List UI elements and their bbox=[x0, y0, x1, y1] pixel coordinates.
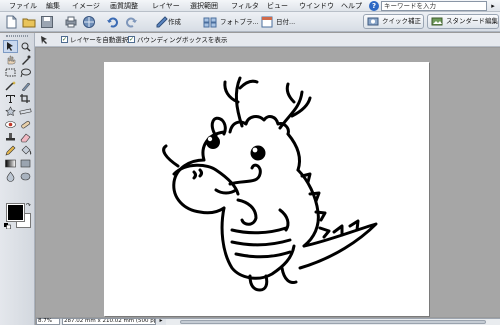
create-icon[interactable] bbox=[155, 15, 169, 29]
new-file-icon[interactable] bbox=[4, 15, 18, 29]
horizontal-scrollbar-thumb[interactable] bbox=[180, 320, 486, 324]
marquee-tool-icon bbox=[5, 68, 16, 77]
red-eye-tool[interactable] bbox=[4, 119, 17, 130]
tool-options-bar: ✓ レイヤーを自動選択 ✓ バウンディングボックスを表示 bbox=[0, 33, 500, 47]
menu-view[interactable]: ビュー bbox=[267, 2, 288, 10]
blur-tool[interactable] bbox=[4, 171, 17, 182]
show-bounding-box-label: バウンディングボックスを表示 bbox=[137, 36, 228, 44]
selection-brush-tool[interactable] bbox=[19, 80, 32, 91]
shortcuts-bar: 作成 フォトブラ... 日付... クイック補正 スタンダード編集 bbox=[0, 12, 500, 32]
menu-select[interactable]: 選択範囲 bbox=[190, 2, 218, 10]
gradient-tool[interactable] bbox=[4, 158, 17, 169]
search-arrow-icon[interactable]: ▸ bbox=[488, 1, 498, 11]
menu-layer[interactable]: レイヤー bbox=[152, 2, 180, 10]
sponge-tool-icon bbox=[20, 172, 31, 181]
redo-icon[interactable] bbox=[124, 15, 138, 29]
move-tool[interactable] bbox=[3, 40, 18, 53]
swap-colors-icon[interactable]: ↷ bbox=[26, 202, 33, 209]
straighten-tool[interactable] bbox=[19, 106, 32, 117]
shape-tool-icon bbox=[20, 159, 31, 168]
selection-brush-tool-icon bbox=[21, 82, 31, 91]
date-view-icon[interactable] bbox=[260, 15, 274, 29]
clone-stamp-tool-icon bbox=[6, 133, 15, 141]
standard-edit-tab[interactable]: スタンダード編集 bbox=[427, 14, 499, 29]
healing-brush-tool[interactable] bbox=[19, 119, 32, 130]
quick-fix-icon bbox=[367, 17, 379, 26]
paint-bucket-tool-icon bbox=[21, 145, 32, 155]
cookie-cutter-tool-icon bbox=[5, 106, 16, 117]
move-tool-options-icon bbox=[41, 36, 47, 44]
status-menu-arrow-icon[interactable]: ▸ bbox=[157, 318, 165, 325]
eyedropper-tool-icon bbox=[22, 55, 31, 65]
eraser-tool[interactable] bbox=[19, 132, 32, 143]
pencil-tool-icon bbox=[5, 145, 16, 156]
shape-tool[interactable] bbox=[19, 158, 32, 169]
eraser-tool-icon bbox=[20, 133, 31, 143]
auto-select-layer-label: レイヤーを自動選択 bbox=[70, 36, 129, 44]
auto-select-layer-checkbox[interactable]: ✓ bbox=[61, 36, 68, 43]
lasso-tool-icon bbox=[20, 68, 31, 78]
toolbox: ↷ bbox=[0, 33, 35, 325]
open-folder-icon[interactable] bbox=[22, 15, 36, 29]
straighten-tool-icon bbox=[19, 108, 32, 115]
type-tool[interactable] bbox=[4, 93, 17, 104]
hand-tool[interactable] bbox=[4, 54, 17, 65]
menu-edit[interactable]: 編集 bbox=[46, 2, 60, 10]
undo-icon[interactable] bbox=[106, 15, 120, 29]
crop-tool-icon bbox=[20, 94, 30, 103]
quick-fix-tab[interactable]: クイック補正 bbox=[363, 14, 424, 29]
document-size-info: 287.02 mm x 210.02 mm (500 ppi) bbox=[62, 318, 156, 325]
menu-file[interactable]: ファイル bbox=[9, 2, 37, 10]
type-tool-icon bbox=[6, 95, 15, 103]
zoom-tool[interactable] bbox=[19, 41, 32, 52]
magic-wand-tool[interactable] bbox=[4, 80, 17, 91]
online-services-icon[interactable] bbox=[82, 15, 96, 29]
blur-tool-icon bbox=[6, 171, 15, 182]
foreground-color-swatch[interactable] bbox=[6, 203, 25, 222]
magic-wand-tool-icon bbox=[5, 81, 16, 91]
pencil-tool[interactable] bbox=[4, 145, 17, 156]
save-icon[interactable] bbox=[40, 15, 54, 29]
photo-browser-label[interactable]: フォトブラ... bbox=[220, 18, 259, 26]
menu-filter[interactable]: フィルタ bbox=[231, 2, 259, 10]
menu-help[interactable]: ヘルプ bbox=[341, 2, 362, 10]
show-bounding-box-checkbox[interactable]: ✓ bbox=[128, 36, 135, 43]
menu-window[interactable]: ウインドウ bbox=[299, 2, 334, 10]
dragon-illustration bbox=[162, 76, 378, 292]
crop-tool[interactable] bbox=[19, 93, 32, 104]
search-input[interactable]: キーワードを入力 bbox=[381, 1, 487, 11]
clone-stamp-tool[interactable] bbox=[4, 132, 17, 143]
menu-enhance[interactable]: 画質調整 bbox=[110, 2, 138, 10]
quick-fix-label: クイック補正 bbox=[382, 17, 421, 25]
move-tool-icon bbox=[7, 42, 13, 51]
zoom-tool-icon bbox=[21, 42, 31, 52]
marquee-tool[interactable] bbox=[4, 67, 17, 78]
default-colors-icon[interactable] bbox=[4, 223, 11, 230]
date-view-label[interactable]: 日付... bbox=[276, 18, 295, 26]
gradient-tool-icon bbox=[5, 159, 16, 168]
paint-bucket-tool[interactable] bbox=[19, 145, 32, 156]
lasso-tool[interactable] bbox=[19, 67, 32, 78]
zoom-level-field[interactable]: 8.7% bbox=[36, 318, 60, 325]
hand-tool-icon bbox=[7, 55, 16, 65]
menu-image[interactable]: イメージ bbox=[72, 2, 100, 10]
print-icon[interactable] bbox=[64, 15, 78, 29]
red-eye-tool-icon bbox=[5, 121, 16, 128]
standard-edit-icon bbox=[431, 17, 443, 26]
toolbox-grip[interactable] bbox=[6, 35, 28, 37]
sponge-tool[interactable] bbox=[19, 171, 32, 182]
healing-brush-tool-icon bbox=[21, 120, 31, 129]
eyedropper-tool[interactable] bbox=[19, 54, 32, 65]
document-canvas[interactable] bbox=[104, 62, 429, 316]
photo-browser-icon[interactable] bbox=[203, 15, 217, 29]
standard-edit-label: スタンダード編集 bbox=[446, 17, 498, 25]
create-label[interactable]: 作成 bbox=[168, 18, 181, 26]
help-icon[interactable]: ? bbox=[369, 1, 379, 11]
cookie-cutter-tool[interactable] bbox=[4, 106, 17, 117]
